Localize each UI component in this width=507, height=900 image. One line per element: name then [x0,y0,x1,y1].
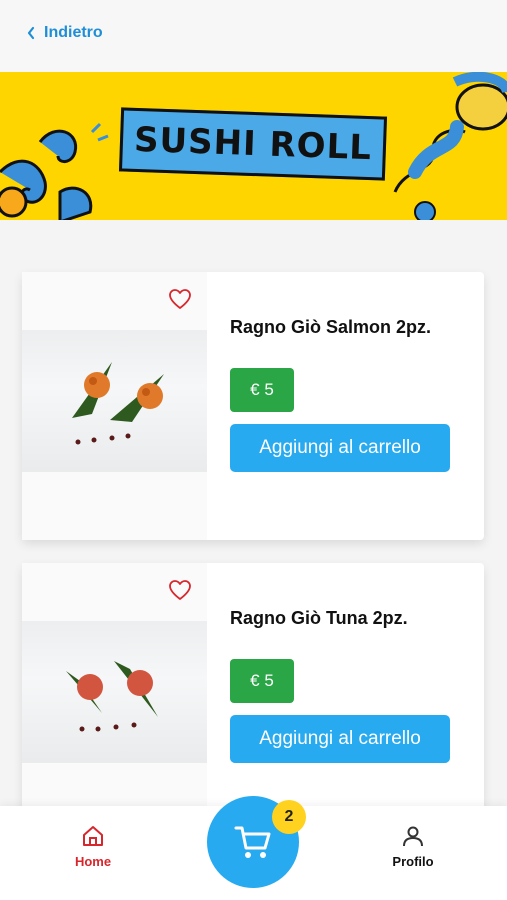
nav-home[interactable]: Home [48,824,138,869]
banner-title: SUSHI ROLL [133,119,373,169]
product-card: Ragno Giò Tuna 2pz. € 5 Aggiungi al carr… [22,563,484,831]
sushi-illustration [66,661,158,732]
top-bar: Indietro [0,0,507,72]
product-image [22,563,207,831]
sushi-illustration [72,362,164,445]
add-to-cart-button[interactable]: Aggiungi al carrello [230,715,450,763]
price-badge: € 5 [230,659,294,703]
octopus-illustration [393,72,507,220]
back-label: Indietro [44,24,103,41]
add-to-cart-button[interactable]: Aggiungi al carrello [230,424,450,472]
banner-title-box: SUSHI ROLL [118,107,388,181]
plate-photo [22,330,207,472]
product-image [22,272,207,540]
nav-profile[interactable]: Profilo [368,824,458,869]
price-badge: € 5 [230,368,294,412]
chevron-left-icon [27,26,35,40]
nav-home-label: Home [74,854,112,869]
back-button[interactable]: Indietro [26,24,103,42]
user-icon [403,826,423,847]
heart-outline-icon[interactable] [168,288,192,310]
product-card: Ragno Giò Salmon 2pz. € 5 Aggiungi al ca… [22,272,484,540]
plate-photo [22,621,207,763]
product-name: Ragno Giò Tuna 2pz. [230,608,408,628]
cart-count-badge: 2 [272,800,306,834]
product-name: Ragno Giò Salmon 2pz. [230,317,432,337]
category-banner: SUSHI ROLL [0,72,507,220]
octopus-illustration [0,122,109,220]
heart-outline-icon[interactable] [168,579,192,601]
cart-icon [234,826,271,858]
nav-profile-label: Profilo [392,854,434,869]
home-icon [83,826,103,846]
